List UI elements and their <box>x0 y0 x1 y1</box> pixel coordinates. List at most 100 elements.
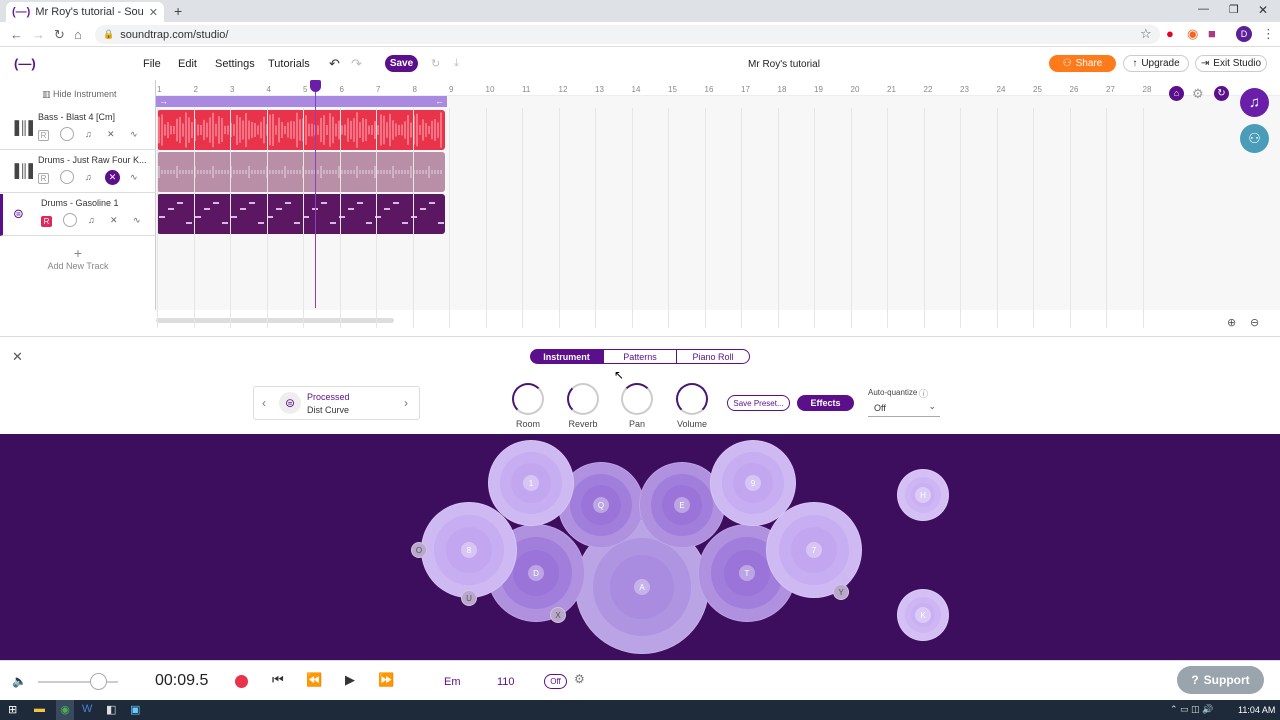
browser-tab[interactable]: (—) Mr Roy's tutorial - Soundtrap ✕ <box>6 2 164 22</box>
terminal-icon[interactable]: ▣ <box>130 703 140 716</box>
new-tab-icon[interactable]: + <box>174 3 182 19</box>
track-header-bass[interactable]: ▐║▌ Bass - Blast 4 [Cm] R ♫ ✕ ∿ <box>0 108 156 150</box>
preset-selector[interactable]: ‹ ⊜ Processed Dist Curve › <box>253 386 420 420</box>
metronome-settings-icon[interactable]: ⚙ <box>574 672 585 686</box>
playhead[interactable] <box>315 80 316 308</box>
mute-active-icon[interactable]: ✕ <box>105 170 120 185</box>
record-button[interactable] <box>235 675 248 688</box>
track-header-drums-raw[interactable]: ▐║▌ Drums - Just Raw Four K... R ♫ ✕ ∿ <box>0 151 156 193</box>
download-icon[interactable]: ⤓ <box>454 57 459 70</box>
collaborate-button[interactable]: ⚇ <box>1240 124 1269 153</box>
profile-avatar[interactable]: D <box>1236 26 1252 42</box>
extension-icon[interactable]: ■ <box>1208 26 1216 41</box>
preset-next-icon[interactable]: › <box>404 396 408 410</box>
restore-icon[interactable]: ❐ <box>1229 3 1239 16</box>
file-explorer-icon[interactable]: ▬ <box>34 703 45 715</box>
music-note-button[interactable]: ♫ <box>1240 88 1269 117</box>
menu-edit[interactable]: Edit <box>178 58 197 70</box>
horizontal-scrollbar[interactable] <box>156 318 394 323</box>
undo-icon[interactable]: ↶ <box>329 56 340 72</box>
record-arm-button[interactable]: R <box>38 130 49 141</box>
zoom-out-icon[interactable]: ⊖ <box>1250 316 1259 329</box>
track-header-drums-gasoline[interactable]: ⊜ Drums - Gasoline 1 R ♫ ✕ ∿ <box>0 194 156 236</box>
drum-pad-o[interactable]: O <box>411 542 427 558</box>
drum-pad-8[interactable]: 8 <box>421 502 517 598</box>
drum-pad-u[interactable]: U <box>461 590 477 606</box>
key-display[interactable]: Em <box>444 676 461 688</box>
url-field[interactable]: 🔒 soundtrap.com/studio/ <box>95 25 1160 44</box>
close-panel-icon[interactable]: ✕ <box>12 349 23 365</box>
headphones-icon[interactable]: ♫ <box>85 172 92 182</box>
reload-icon[interactable]: ↻ <box>54 27 65 43</box>
tab-instrument[interactable]: Instrument <box>530 349 603 364</box>
settings-gear-icon[interactable]: ⚙ <box>1192 86 1204 102</box>
master-volume-handle[interactable] <box>90 673 107 690</box>
word-icon[interactable]: W <box>82 703 92 715</box>
volume-knob[interactable] <box>60 170 74 184</box>
chrome-icon[interactable]: ◉ <box>56 700 74 720</box>
drum-pad-k[interactable]: K <box>897 589 949 641</box>
clip-bass[interactable] <box>157 110 445 150</box>
zoom-in-icon[interactable]: ⊕ <box>1227 316 1236 329</box>
browser-menu-icon[interactable]: ⋮ <box>1262 26 1275 42</box>
save-button[interactable]: Save <box>385 55 418 72</box>
tab-piano-roll[interactable]: Piano Roll <box>676 349 750 364</box>
rss-extension-icon[interactable]: ◉ <box>1187 26 1198 42</box>
tempo-display[interactable]: 110 <box>497 676 515 688</box>
automation-icon[interactable]: ∿ <box>130 172 138 183</box>
fast-forward-icon[interactable]: ⏩ <box>378 672 394 688</box>
soundtrap-logo-icon[interactable]: (—) <box>14 56 36 71</box>
playhead-handle[interactable] <box>310 80 321 92</box>
bookmark-star-icon[interactable]: ☆ <box>1140 26 1152 42</box>
loop-region[interactable]: → ← <box>156 96 447 107</box>
volume-knob[interactable] <box>63 213 77 227</box>
skip-back-icon[interactable]: ⏮ <box>272 672 284 688</box>
mute-icon[interactable]: ✕ <box>107 129 115 140</box>
info-icon[interactable]: ⓘ <box>919 387 928 400</box>
mute-icon[interactable]: ✕ <box>110 215 118 226</box>
record-arm-button[interactable]: R <box>41 216 52 227</box>
record-arm-button[interactable]: R <box>38 173 49 184</box>
sync-circle-icon[interactable]: ↻ <box>1214 86 1229 101</box>
back-icon[interactable]: ← <box>10 27 23 42</box>
exit-studio-button[interactable]: ⇥ Exit Studio <box>1195 55 1267 72</box>
speaker-icon[interactable]: 🔈 <box>12 674 27 688</box>
volume-knob[interactable] <box>60 127 74 141</box>
home-icon[interactable]: ⌂ <box>74 27 82 42</box>
share-button[interactable]: ⚇ Share <box>1049 55 1116 72</box>
upgrade-button[interactable]: ↑ Upgrade <box>1123 55 1189 72</box>
support-button[interactable]: ? Support <box>1177 666 1264 694</box>
save-preset-button[interactable]: Save Preset... <box>727 395 790 411</box>
tab-patterns[interactable]: Patterns <box>603 349 677 364</box>
clip-drums-raw[interactable] <box>157 152 445 192</box>
volume-knob-main[interactable] <box>676 383 708 415</box>
sync-icon[interactable]: ↻ <box>431 57 440 70</box>
rewind-icon[interactable]: ⏪ <box>306 672 322 688</box>
automation-icon[interactable]: ∿ <box>133 215 141 226</box>
drum-pad-1[interactable]: 1 <box>488 440 574 526</box>
pan-knob[interactable] <box>621 383 653 415</box>
minimize-icon[interactable]: — <box>1198 3 1209 15</box>
menu-tutorials[interactable]: Tutorials <box>268 58 310 70</box>
menu-settings[interactable]: Settings <box>215 58 255 70</box>
forward-icon[interactable]: → <box>32 27 45 42</box>
system-tray-icons[interactable]: ⌃ ▭ ◫ 🔊 <box>1170 704 1213 715</box>
pinterest-extension-icon[interactable]: ● <box>1166 26 1174 41</box>
play-icon[interactable]: ▶ <box>345 672 355 688</box>
drum-pad-y[interactable]: Y <box>833 584 849 600</box>
drum-pad-7[interactable]: 7 <box>766 502 862 598</box>
close-window-icon[interactable]: ✕ <box>1258 3 1268 17</box>
preset-prev-icon[interactable]: ‹ <box>262 396 266 410</box>
automation-icon[interactable]: ∿ <box>130 129 138 140</box>
drum-pad-x[interactable]: X <box>550 607 566 623</box>
loop-mode-icon[interactable]: ⌂ <box>1169 86 1184 101</box>
headphones-icon[interactable]: ♫ <box>85 129 92 139</box>
app-icon[interactable]: ◧ <box>106 703 116 716</box>
metronome-toggle[interactable]: Off <box>544 674 567 689</box>
clip-drums-gasoline[interactable] <box>157 194 445 234</box>
reverb-knob[interactable] <box>567 383 599 415</box>
autoquantize-select[interactable]: Off ⌄ <box>868 400 940 417</box>
effects-button[interactable]: Effects <box>797 395 854 411</box>
drum-pad-h[interactable]: H <box>897 469 949 521</box>
redo-icon[interactable]: ↷ <box>351 56 362 72</box>
